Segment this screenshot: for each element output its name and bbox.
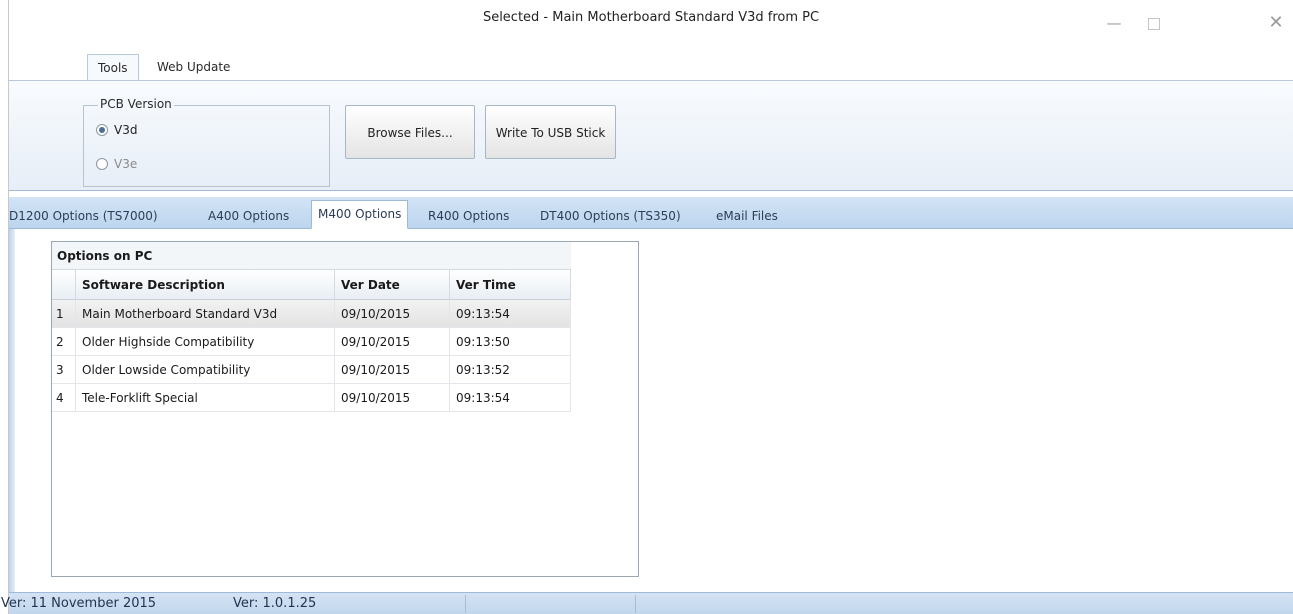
- write-usb-button[interactable]: Write To USB Stick: [485, 105, 616, 159]
- row-date: 09/10/2015: [335, 384, 450, 412]
- row-number: 1: [52, 300, 76, 328]
- row-time: 09:13:52: [450, 356, 571, 384]
- row-description: Main Motherboard Standard V3d: [76, 300, 335, 328]
- tab-m400-options[interactable]: M400 Options: [311, 200, 409, 229]
- tab-content: Options on PC Software Description Ver D…: [9, 229, 1293, 592]
- status-divider: [635, 595, 636, 613]
- row-time: 09:13:54: [450, 384, 571, 412]
- status-build-date: Ver: 11 November 2015: [1, 596, 157, 611]
- radio-v3d[interactable]: V3d: [96, 122, 137, 138]
- ribbon-panel: PCB Version V3d V3e Browse Files... Writ…: [9, 80, 1293, 191]
- ribbon-tab-web-update[interactable]: Web Update: [147, 54, 240, 80]
- tab-dt400-options[interactable]: DT400 Options (TS350): [540, 205, 681, 227]
- close-button[interactable]: ✕: [1263, 12, 1289, 34]
- row-description: Older Lowside Compatibility: [76, 356, 335, 384]
- browse-files-button[interactable]: Browse Files...: [345, 105, 475, 159]
- tab-d1200-options[interactable]: D1200 Options (TS7000): [9, 205, 158, 227]
- status-bar: Ver: 11 November 2015 Ver: 1.0.1.25: [1, 592, 1293, 614]
- radio-unchecked-icon: [96, 158, 108, 170]
- pcb-version-group: PCB Version V3d V3e: [83, 97, 330, 187]
- radio-v3e[interactable]: V3e: [96, 156, 137, 172]
- status-divider: [465, 595, 466, 613]
- column-header-number[interactable]: [52, 270, 76, 300]
- tab-email-files[interactable]: eMail Files: [716, 205, 778, 227]
- radio-checked-icon: [96, 124, 108, 136]
- row-date: 09/10/2015: [335, 328, 450, 356]
- row-number: 4: [52, 384, 76, 412]
- column-header-date[interactable]: Ver Date: [335, 270, 450, 300]
- radio-v3d-label: V3d: [114, 123, 138, 137]
- maximize-button[interactable]: [1141, 12, 1167, 34]
- side-band: [9, 229, 15, 592]
- tab-r400-options[interactable]: R400 Options: [428, 205, 509, 227]
- tab-a400-options[interactable]: A400 Options: [208, 205, 289, 227]
- row-number: 2: [52, 328, 76, 356]
- status-version: Ver: 1.0.1.25: [233, 596, 317, 611]
- pcb-version-title: PCB Version: [98, 97, 174, 111]
- row-date: 09/10/2015: [335, 300, 450, 328]
- column-header-time[interactable]: Ver Time: [450, 270, 571, 300]
- application-window: Selected - Main Motherboard Standard V3d…: [1, 0, 1293, 614]
- title-bar: Selected - Main Motherboard Standard V3d…: [9, 0, 1293, 48]
- minimize-button[interactable]: —: [1101, 12, 1127, 34]
- row-time: 09:13:54: [450, 300, 571, 328]
- column-header-description[interactable]: Software Description: [76, 270, 335, 300]
- table-row[interactable]: 2 Older Highside Compatibility 09/10/201…: [52, 328, 571, 356]
- ribbon-tab-tools[interactable]: Tools: [87, 54, 139, 81]
- row-number: 3: [52, 356, 76, 384]
- ribbon-tab-bar: Tools Web Update: [9, 48, 1293, 81]
- radio-v3e-label: V3e: [114, 157, 138, 171]
- row-description: Older Highside Compatibility: [76, 328, 335, 356]
- table-row[interactable]: 1 Main Motherboard Standard V3d 09/10/20…: [52, 300, 571, 328]
- table-row[interactable]: 4 Tele-Forklift Special 09/10/2015 09:13…: [52, 384, 571, 412]
- row-time: 09:13:50: [450, 328, 571, 356]
- row-date: 09/10/2015: [335, 356, 450, 384]
- options-grid[interactable]: Options on PC Software Description Ver D…: [51, 241, 639, 577]
- maximize-icon: [1148, 18, 1160, 30]
- options-tab-strip: D1200 Options (TS7000) A400 Options M400…: [9, 197, 1293, 229]
- table-row[interactable]: 3 Older Lowside Compatibility 09/10/2015…: [52, 356, 571, 384]
- row-description: Tele-Forklift Special: [76, 384, 335, 412]
- grid-title: Options on PC: [52, 242, 571, 270]
- grid-header-row: Software Description Ver Date Ver Time: [52, 270, 571, 300]
